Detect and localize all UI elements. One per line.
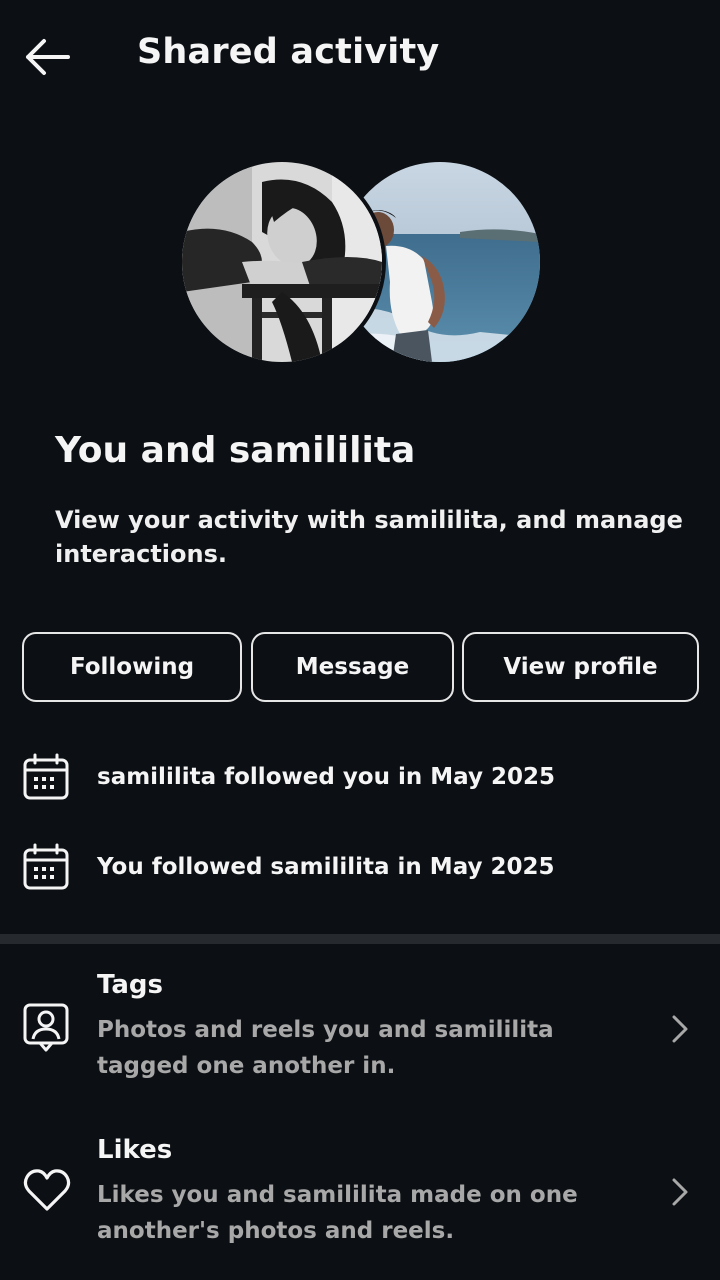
tags-row[interactable]: Tags Photos and reels you and samililita… xyxy=(0,970,720,1090)
tags-label: Tags xyxy=(97,970,164,1000)
activity-text: samililita followed you in May 2025 xyxy=(97,764,555,790)
arrow-left-icon xyxy=(26,39,70,75)
action-buttons: Following Message View profile xyxy=(22,632,700,702)
message-button[interactable]: Message xyxy=(251,632,454,702)
view-profile-button[interactable]: View profile xyxy=(462,632,699,702)
chevron-right-icon xyxy=(668,1177,692,1207)
pair-title: You and samililita xyxy=(55,430,416,471)
likes-label: Likes xyxy=(97,1135,173,1165)
section-divider xyxy=(0,934,720,944)
avatar-you[interactable] xyxy=(178,158,386,366)
back-button[interactable] xyxy=(18,30,76,84)
calendar-icon xyxy=(22,752,72,802)
tag-person-icon xyxy=(22,1002,72,1052)
chevron-right-icon xyxy=(668,1014,692,1044)
avatar-pair xyxy=(178,158,544,370)
activity-row: samililita followed you in May 2025 xyxy=(22,749,702,805)
page-title: Shared activity xyxy=(137,32,440,72)
heart-icon xyxy=(22,1167,72,1217)
calendar-icon xyxy=(22,842,72,892)
tags-description: Photos and reels you and samililita tagg… xyxy=(97,1017,554,1079)
activity-row: You followed samililita in May 2025 xyxy=(22,839,702,895)
header: Shared activity xyxy=(0,0,720,112)
likes-description: Likes you and samililita made on one ano… xyxy=(97,1182,578,1244)
likes-row[interactable]: Likes Likes you and samililita made on o… xyxy=(0,1135,720,1255)
following-button[interactable]: Following xyxy=(22,632,242,702)
activity-text: You followed samililita in May 2025 xyxy=(97,854,555,880)
shared-activity-screen: Shared activity You and samililita View … xyxy=(0,0,720,1280)
pair-description: View your activity with samililita, and … xyxy=(55,506,683,568)
